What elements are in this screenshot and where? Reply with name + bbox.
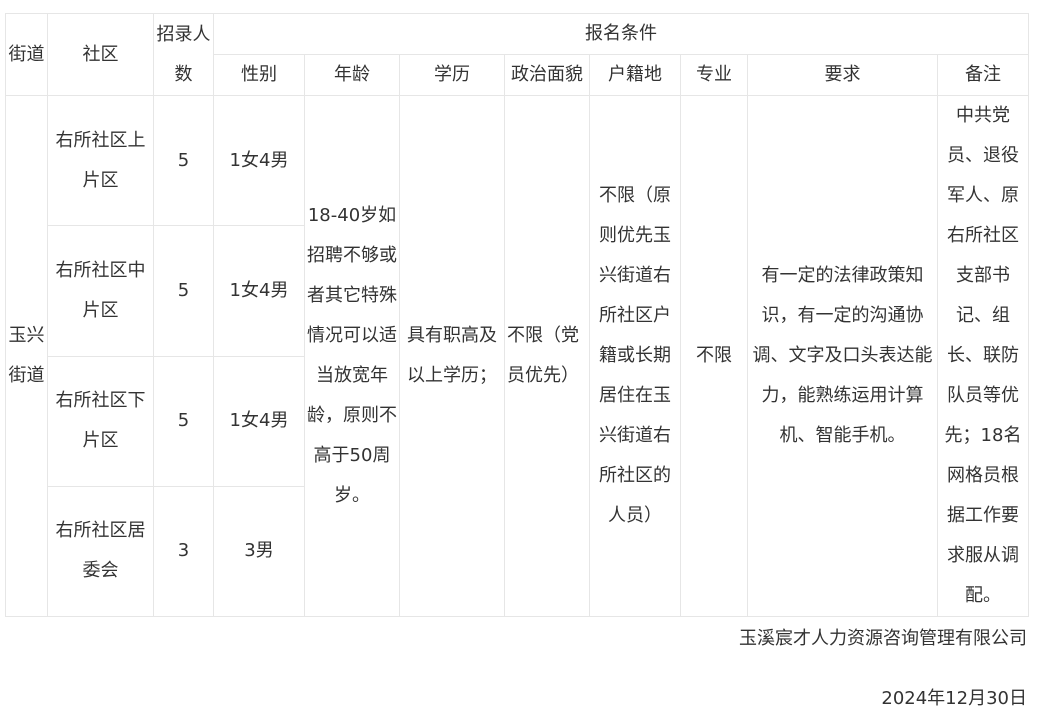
quota-cell: 5 [153,355,214,487]
header-education: 学历 [399,54,505,96]
quota-cell: 5 [153,94,214,227]
header-age: 年龄 [304,54,400,96]
hukou-cell: 不限（原则优先玉兴街道右所社区户籍或长期居住在玉兴街道右所社区的人员） [589,95,681,617]
header-remarks: 备注 [937,54,1029,96]
quota-cell: 3 [153,485,214,618]
header-requirements: 要求 [747,54,938,96]
header-street: 街道 [5,13,48,96]
education-cell: 具有职高及以上学历； [399,95,505,617]
community-cell: 右所社区中片区 [47,225,154,357]
remarks-cell: 中共党员、退役军人、原右所社区支部书记、组长、联防队员等优先；18名网格员根据工… [937,95,1029,617]
header-political: 政治面貌 [504,54,590,96]
header-community: 社区 [47,13,154,96]
gender-cell: 1女4男 [213,355,305,487]
political-cell: 不限（党员优先） [504,95,590,617]
table-row: 玉兴街道 右所社区上片区 5 1女4男 18-40岁如招聘不够或者其它特殊情况可… [5,94,1029,617]
age-cell: 18-40岁如招聘不够或者其它特殊情况可以适当放宽年龄，原则不高于50周岁。 [304,95,400,617]
company-name: 玉溪宸才人力资源咨询管理有限公司 [739,628,1027,649]
header-conditions: 报名条件 [213,13,1029,55]
recruitment-table: 街道 社区 招录人数 报名条件 性别 年龄 学历 政治面貌 户籍地 专业 要求 … [5,13,1029,618]
quota-cell: 5 [153,225,214,357]
community-cell: 右所社区下片区 [47,355,154,487]
requirements-cell: 有一定的法律政策知识，有一定的沟通协调、文字及口头表达能力，能熟练运用计算机、智… [747,95,938,617]
gender-cell: 3男 [213,485,305,618]
community-cell: 右所社区上片区 [47,94,154,227]
issue-date: 2024年12月30日 [881,688,1027,709]
gender-cell: 1女4男 [213,94,305,227]
header-major: 专业 [680,54,748,96]
header-gender: 性别 [213,54,305,96]
header-row-1: 街道 社区 招录人数 报名条件 [5,13,1029,96]
street-cell: 玉兴街道 [5,95,48,617]
header-quota: 招录人数 [153,13,214,96]
gender-cell: 1女4男 [213,225,305,357]
header-hukou: 户籍地 [589,54,681,96]
community-cell: 右所社区居委会 [47,485,154,618]
major-cell: 不限 [680,95,748,617]
